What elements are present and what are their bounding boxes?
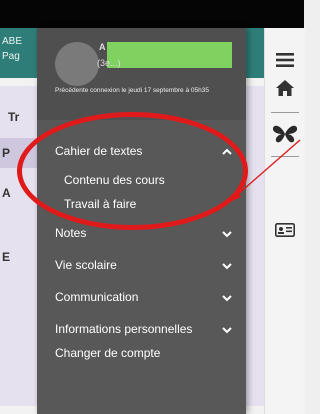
- background-letter-2: P: [2, 146, 11, 160]
- menu-infos-label: Informations personnelles: [55, 322, 193, 336]
- id-card-icon[interactable]: [273, 218, 297, 242]
- last-connection-text: Précédente connexion le jeudi 17 septemb…: [55, 87, 209, 94]
- menu-changer-label: Changer de compte: [55, 346, 161, 360]
- menu-vie-scolaire[interactable]: Vie scolaire: [55, 258, 235, 272]
- rail-separator: [271, 156, 299, 157]
- annotation-ellipse: [17, 112, 248, 230]
- menu-communication-label: Communication: [55, 290, 139, 304]
- chevron-down-icon[interactable]: [222, 229, 232, 239]
- profile-header: A (3e...) Précédente connexion le jeudi …: [37, 28, 246, 120]
- background-letter-1: Tr: [8, 110, 20, 124]
- hamburger-icon[interactable]: [273, 48, 297, 72]
- home-icon[interactable]: [273, 76, 297, 100]
- rail-separator: [271, 112, 299, 113]
- background-letter-4: E: [2, 250, 11, 264]
- user-subtitle: (3e...): [97, 58, 121, 68]
- menu-vie-label: Vie scolaire: [55, 258, 117, 272]
- avatar: [55, 42, 99, 86]
- menu-informations-personnelles[interactable]: Informations personnelles: [55, 322, 235, 336]
- user-initial: A: [99, 42, 106, 52]
- background-letter-3: A: [2, 186, 11, 200]
- chevron-down-icon[interactable]: [222, 293, 232, 303]
- chevron-down-icon[interactable]: [222, 261, 232, 271]
- menu-changer-de-compte[interactable]: Changer de compte: [55, 346, 235, 360]
- menu-notes-label: Notes: [55, 226, 87, 240]
- background-header-line1: ABE: [2, 36, 23, 47]
- menu-communication[interactable]: Communication: [55, 290, 235, 304]
- background-header-line2: Pag: [2, 51, 20, 62]
- right-rail: [264, 28, 305, 414]
- chevron-down-icon[interactable]: [222, 325, 232, 335]
- butterfly-icon[interactable]: [273, 122, 297, 146]
- status-bar: [0, 0, 304, 28]
